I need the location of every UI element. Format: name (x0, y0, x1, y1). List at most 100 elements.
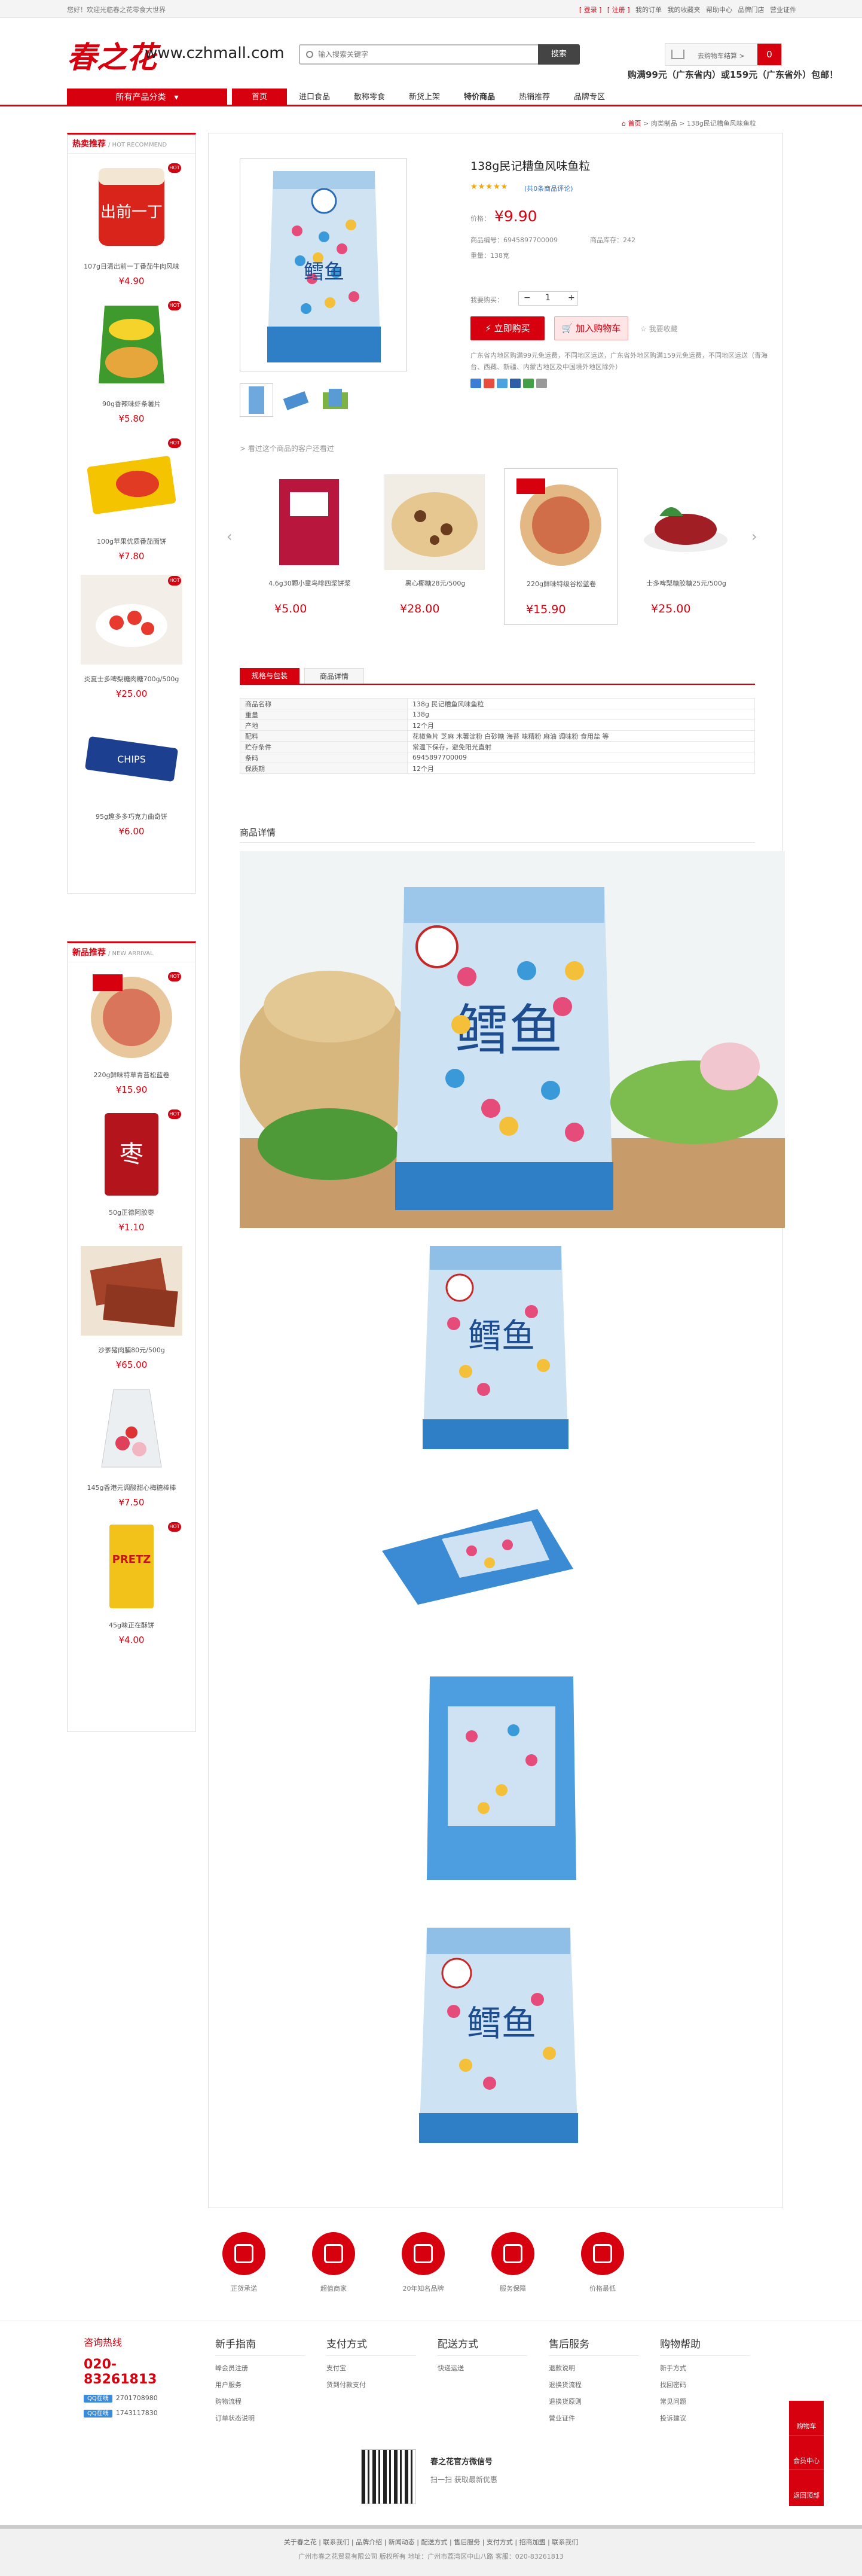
sidebar-product-name[interactable]: 100g苹果优质番茄面饼 (68, 536, 195, 546)
footer-link[interactable]: 营业证件 (549, 2413, 638, 2423)
sidebar-product[interactable]: HOT 90g香辣味虾条薯片 ¥5.80 (68, 296, 195, 424)
share-more-icon[interactable] (536, 379, 547, 388)
qty-plus-button[interactable]: + (568, 293, 575, 303)
carousel-next-icon[interactable]: › (751, 528, 757, 545)
sidebar-product[interactable]: PRETZ HOT 45g味正在酥饼 ¥4.00 (68, 1517, 195, 1645)
qq-online-2[interactable]: QQ在线 1743117830 (84, 2408, 185, 2418)
sidebar-product-name[interactable]: 90g香辣味虾条薯片 (68, 399, 195, 408)
related-product[interactable]: 士多啤梨糖胶糖25元/500g ¥25.00 (629, 468, 743, 625)
my-orders-link[interactable]: 我的订单 (635, 6, 662, 14)
favorite-link[interactable]: ☆ 我要收藏 (640, 324, 678, 334)
product-main-image[interactable]: 鳕鱼 (240, 158, 407, 371)
sidebar-product-name[interactable]: 炎夏士多啤梨糖肉糖700g/500g (68, 674, 195, 684)
bottom-links[interactable]: 关于春之花 | 联系我们 | 品牌介绍 | 新闻动态 | 配送方式 | 售后服务… (0, 2537, 862, 2547)
gallery-thumb[interactable] (319, 383, 352, 417)
footer-link[interactable]: 用户服务 (215, 2380, 305, 2389)
footer-link[interactable]: 快递运送 (438, 2363, 527, 2373)
share-renren-icon[interactable] (510, 379, 521, 388)
breadcrumb-home[interactable]: 首页 (628, 120, 641, 127)
sidebar-product[interactable]: CHIPS 95g趣多多巧克力曲奇饼 ¥6.00 (68, 709, 195, 837)
sidebar-product-name[interactable]: 沙爹猪肉脯80元/500g (68, 1345, 195, 1355)
logo[interactable]: 春之花 www.czhmall.com (67, 31, 285, 79)
all-categories-button[interactable]: 所有产品分类 ▾ (67, 89, 227, 106)
footer-col-title: 支付方式 (326, 2336, 416, 2356)
buy-now-button[interactable]: ⚡ 立即购买 (470, 316, 545, 340)
add-to-cart-button[interactable]: 🛒 加入购物车 (554, 316, 628, 340)
sidebar-product[interactable]: 枣 HOT 50g正德阿胶枣 ¥1.10 (68, 1105, 195, 1233)
share-weibo-icon[interactable] (484, 379, 494, 388)
qty-minus-button[interactable]: − (524, 293, 531, 303)
stores-link[interactable]: 品牌门店 (738, 6, 765, 14)
share-wechat-icon[interactable] (523, 379, 534, 388)
review-count-link[interactable]: (共0条商品评论) (524, 184, 573, 193)
related-product-name[interactable]: 黑心椰糖28元/500g (378, 578, 492, 588)
sidebar-product[interactable]: 145g香港元调酸甜心梅糖棒棒 ¥7.50 (68, 1380, 195, 1508)
chevron-down-icon: ▾ (174, 93, 179, 102)
footer-link[interactable]: 订单状态说明 (215, 2413, 305, 2423)
sidebar-product-price: ¥1.10 (118, 1222, 145, 1233)
copyright: 广州市春之花贸易有限公司 版权所有 地址：广州市荔湾区中山八路 客服：020-8… (298, 2553, 564, 2560)
sidebar-product-name[interactable]: 50g正德阿胶枣 (68, 1208, 195, 1217)
footer-link[interactable]: 购物流程 (215, 2397, 305, 2406)
nav-item-imported[interactable]: 进口食品 (287, 89, 342, 106)
footer-link[interactable]: 退款说明 (549, 2363, 638, 2373)
breadcrumb-category[interactable]: > 肉类制品 (643, 120, 677, 127)
footer-link[interactable]: 货到付款支付 (326, 2380, 416, 2389)
footer-link[interactable]: 退换货流程 (549, 2380, 638, 2389)
related-product[interactable]: 4.6g30颗小童鸟啡四浆饼浆 ¥5.00 (253, 468, 366, 625)
related-product-name[interactable]: 4.6g30颗小童鸟啡四浆饼浆 (253, 578, 366, 588)
qq-number: 2701708980 (115, 2394, 158, 2402)
sidebar-product-name[interactable]: 145g香港元调酸甜心梅糖棒棒 (68, 1483, 195, 1492)
share-tencent-icon[interactable] (497, 379, 508, 388)
footer-link[interactable]: 常见问题 (660, 2397, 750, 2406)
related-product[interactable]: 220g鲜味特级谷松蓝卷 ¥15.90 (504, 468, 618, 625)
license-link[interactable]: 营业证件 (770, 6, 796, 14)
favorites-link[interactable]: 我的收藏夹 (668, 6, 701, 14)
footer-link[interactable]: 新手方式 (660, 2363, 750, 2373)
table-row: 条码 6945897700009 (240, 752, 755, 763)
footer-link[interactable]: 退换货原则 (549, 2397, 638, 2406)
sidebar-product[interactable]: HOT 220g鲜味特草青苔松蓝卷 ¥15.90 (68, 967, 195, 1095)
sidebar-product-name[interactable]: 45g味正在酥饼 (68, 1620, 195, 1630)
sidebar-product-name[interactable]: 220g鲜味特草青苔松蓝卷 (68, 1070, 195, 1080)
related-product-image (384, 474, 485, 570)
footer-link[interactable]: 投诉建议 (660, 2413, 750, 2423)
sidebar-product[interactable]: 出前一丁 HOT 107g日清出前一丁番茄牛肉风味 ¥4.90 (68, 158, 195, 286)
help-link[interactable]: 帮助中心 (706, 6, 732, 14)
sidebar-product[interactable]: HOT 100g苹果优质番茄面饼 ¥7.80 (68, 434, 195, 562)
register-link[interactable]: [ 注册 ] (607, 6, 630, 14)
tab-spec[interactable]: 规格与包装 (240, 668, 299, 684)
qq-online-1[interactable]: QQ在线 2701708980 (84, 2393, 185, 2403)
nav-item-new[interactable]: 新货上架 (397, 89, 452, 106)
tab-detail[interactable]: 商品详情 (304, 668, 364, 684)
cart-widget[interactable]: 去购物车结算 > 0 (665, 43, 782, 66)
nav-item-bulk[interactable]: 散称零食 (342, 89, 397, 106)
related-product-name[interactable]: 220g鲜味特级谷松蓝卷 (505, 579, 618, 589)
sidebar-product-name[interactable]: 107g日清出前一丁番茄牛肉风味 (68, 261, 195, 271)
footer-link[interactable]: 找回密码 (660, 2380, 750, 2389)
footer-link[interactable]: 支付宝 (326, 2363, 416, 2373)
quantity-stepper[interactable]: − 1 + (518, 291, 578, 306)
share-qzone-icon[interactable] (470, 379, 481, 388)
back-to-top-button[interactable]: 返回顶部 (789, 2470, 824, 2505)
search-input[interactable] (318, 47, 515, 62)
qty-value[interactable]: 1 (545, 293, 551, 303)
nav-item-home[interactable]: 首页 (232, 89, 287, 106)
related-product-name[interactable]: 士多啤梨糖胶糖25元/500g (629, 578, 743, 588)
sidebar-product[interactable]: HOT 炎夏士多啤梨糖肉糖700g/500g ¥25.00 (68, 571, 195, 699)
carousel-prev-icon[interactable]: ‹ (227, 528, 233, 545)
gallery-thumb[interactable] (279, 383, 313, 417)
footer-link[interactable]: 峰会员注册 (215, 2363, 305, 2373)
nav-item-special[interactable]: 特价商品 (452, 89, 507, 106)
sidebar-product-price: ¥7.50 (118, 1497, 145, 1508)
gallery-thumb[interactable] (240, 383, 273, 417)
nav-item-brands[interactable]: 品牌专区 (562, 89, 617, 106)
sidebar-product-name[interactable]: 95g趣多多巧克力曲奇饼 (68, 812, 195, 821)
login-link[interactable]: [ 登录 ] (579, 6, 602, 14)
float-member-button[interactable]: 会员中心 (789, 2435, 824, 2470)
nav-item-hot[interactable]: 热销推荐 (507, 89, 562, 106)
float-cart-button[interactable]: 购物车 (789, 2401, 824, 2435)
search-button[interactable]: 搜索 (538, 44, 580, 65)
sidebar-product[interactable]: 沙爹猪肉脯80元/500g ¥65.00 (68, 1242, 195, 1370)
related-product[interactable]: 黑心椰糖28元/500g ¥28.00 (378, 468, 492, 625)
